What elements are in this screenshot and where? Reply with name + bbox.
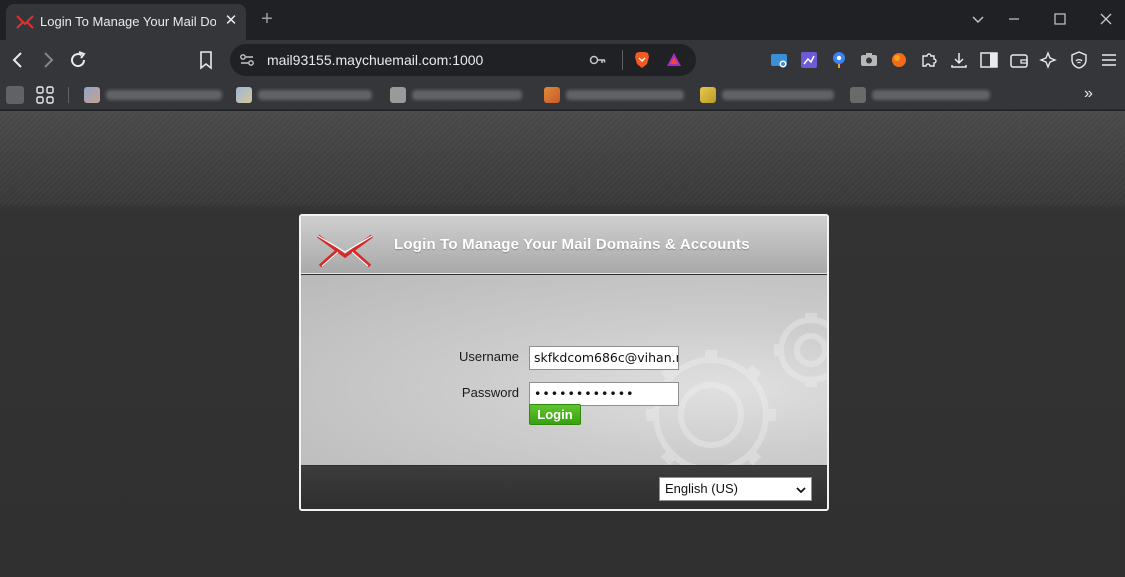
sidebar-toggle-icon[interactable] bbox=[979, 50, 999, 70]
bookmark-app-icon[interactable] bbox=[6, 86, 24, 104]
proxy-extension-icon[interactable] bbox=[829, 50, 849, 70]
bookmarks-overflow-icon[interactable]: » bbox=[1084, 85, 1093, 103]
dialog-header: Login To Manage Your Mail Domains & Acco… bbox=[301, 216, 827, 274]
mail-logo-icon bbox=[316, 234, 374, 268]
dialog-footer: English (US) bbox=[301, 466, 827, 509]
bookmark-favicon-icon bbox=[700, 87, 716, 103]
extensions-puzzle-icon[interactable] bbox=[919, 50, 939, 70]
chevron-down-icon bbox=[796, 487, 806, 494]
brave-shields-icon[interactable] bbox=[632, 50, 652, 70]
page-viewport: Login To Manage Your Mail Domains & Acco… bbox=[0, 111, 1125, 577]
bookmark-item[interactable] bbox=[544, 86, 689, 104]
bookmark-label-redacted bbox=[722, 90, 834, 100]
leo-ai-icon[interactable] bbox=[1039, 50, 1059, 70]
bookmark-favicon-icon bbox=[544, 87, 560, 103]
bookmark-favicon-icon bbox=[390, 87, 406, 103]
bookmark-favicon-icon bbox=[236, 87, 252, 103]
browser-tab-bar: Login To Manage Your Mail Dom ✕ + bbox=[0, 0, 1125, 40]
back-arrow-icon[interactable] bbox=[6, 48, 30, 72]
bookmarks-divider bbox=[68, 87, 69, 103]
url-text[interactable]: mail93155.maychuemail.com:1000 bbox=[267, 52, 483, 68]
bookmark-item[interactable] bbox=[390, 86, 530, 104]
language-selected-value: English (US) bbox=[665, 481, 738, 496]
username-label: Username bbox=[459, 349, 519, 364]
key-icon[interactable] bbox=[588, 50, 608, 70]
login-dialog: Login To Manage Your Mail Domains & Acco… bbox=[299, 214, 829, 511]
bookmark-item[interactable] bbox=[700, 86, 840, 104]
bookmark-label-redacted bbox=[872, 90, 990, 100]
mail-logo-icon bbox=[16, 15, 34, 29]
apps-grid-icon[interactable] bbox=[36, 86, 54, 104]
bookmarks-bar: » bbox=[0, 80, 1125, 110]
reload-icon[interactable] bbox=[66, 48, 90, 72]
orange-circle-extension-icon[interactable] bbox=[889, 50, 909, 70]
login-form: Username skfkdcom686c@vihan.ne Password … bbox=[301, 275, 827, 465]
bookmark-label-redacted bbox=[566, 90, 684, 100]
tab-search-chevron-icon[interactable] bbox=[967, 8, 989, 30]
wallet-icon[interactable] bbox=[1009, 50, 1029, 70]
dialog-title: Login To Manage Your Mail Domains & Acco… bbox=[394, 236, 750, 253]
omnibox-divider bbox=[622, 50, 623, 70]
browser-toolbar: mail93155.maychuemail.com:1000 bbox=[0, 40, 1125, 80]
bookmark-label-redacted bbox=[412, 90, 522, 100]
language-select[interactable]: English (US) bbox=[659, 477, 812, 501]
password-input[interactable]: •••••••••••• bbox=[529, 382, 679, 406]
username-input[interactable]: skfkdcom686c@vihan.ne bbox=[529, 346, 679, 370]
screen-capture-extension-icon[interactable] bbox=[769, 50, 789, 70]
vpn-shield-icon[interactable] bbox=[1069, 50, 1089, 70]
password-label: Password bbox=[461, 385, 519, 400]
bookmark-favicon-icon bbox=[84, 87, 100, 103]
bookmark-icon[interactable] bbox=[194, 48, 218, 72]
address-bar[interactable]: mail93155.maychuemail.com:1000 bbox=[230, 44, 696, 76]
close-window-icon[interactable] bbox=[1095, 8, 1117, 30]
bookmark-label-redacted bbox=[106, 90, 222, 100]
forward-arrow-icon[interactable] bbox=[36, 48, 60, 72]
site-settings-icon[interactable] bbox=[238, 51, 256, 69]
login-button[interactable]: Login bbox=[529, 404, 581, 425]
minimize-icon[interactable] bbox=[1003, 8, 1025, 30]
tab-close-icon[interactable]: ✕ bbox=[222, 12, 240, 30]
camera-extension-icon[interactable] bbox=[859, 50, 879, 70]
new-tab-button[interactable]: + bbox=[256, 8, 278, 30]
chart-extension-icon[interactable] bbox=[799, 50, 819, 70]
bookmark-favicon-icon bbox=[850, 87, 866, 103]
bookmark-label-redacted bbox=[258, 90, 372, 100]
brave-rewards-icon[interactable] bbox=[664, 50, 684, 70]
bookmark-item[interactable] bbox=[236, 86, 378, 104]
menu-hamburger-icon[interactable] bbox=[1099, 50, 1119, 70]
browser-tab[interactable]: Login To Manage Your Mail Dom ✕ bbox=[6, 4, 246, 40]
tab-title: Login To Manage Your Mail Dom bbox=[40, 14, 216, 29]
download-icon[interactable] bbox=[949, 50, 969, 70]
bookmark-item[interactable] bbox=[850, 86, 995, 104]
maximize-icon[interactable] bbox=[1049, 8, 1071, 30]
bookmark-item[interactable] bbox=[84, 86, 226, 104]
